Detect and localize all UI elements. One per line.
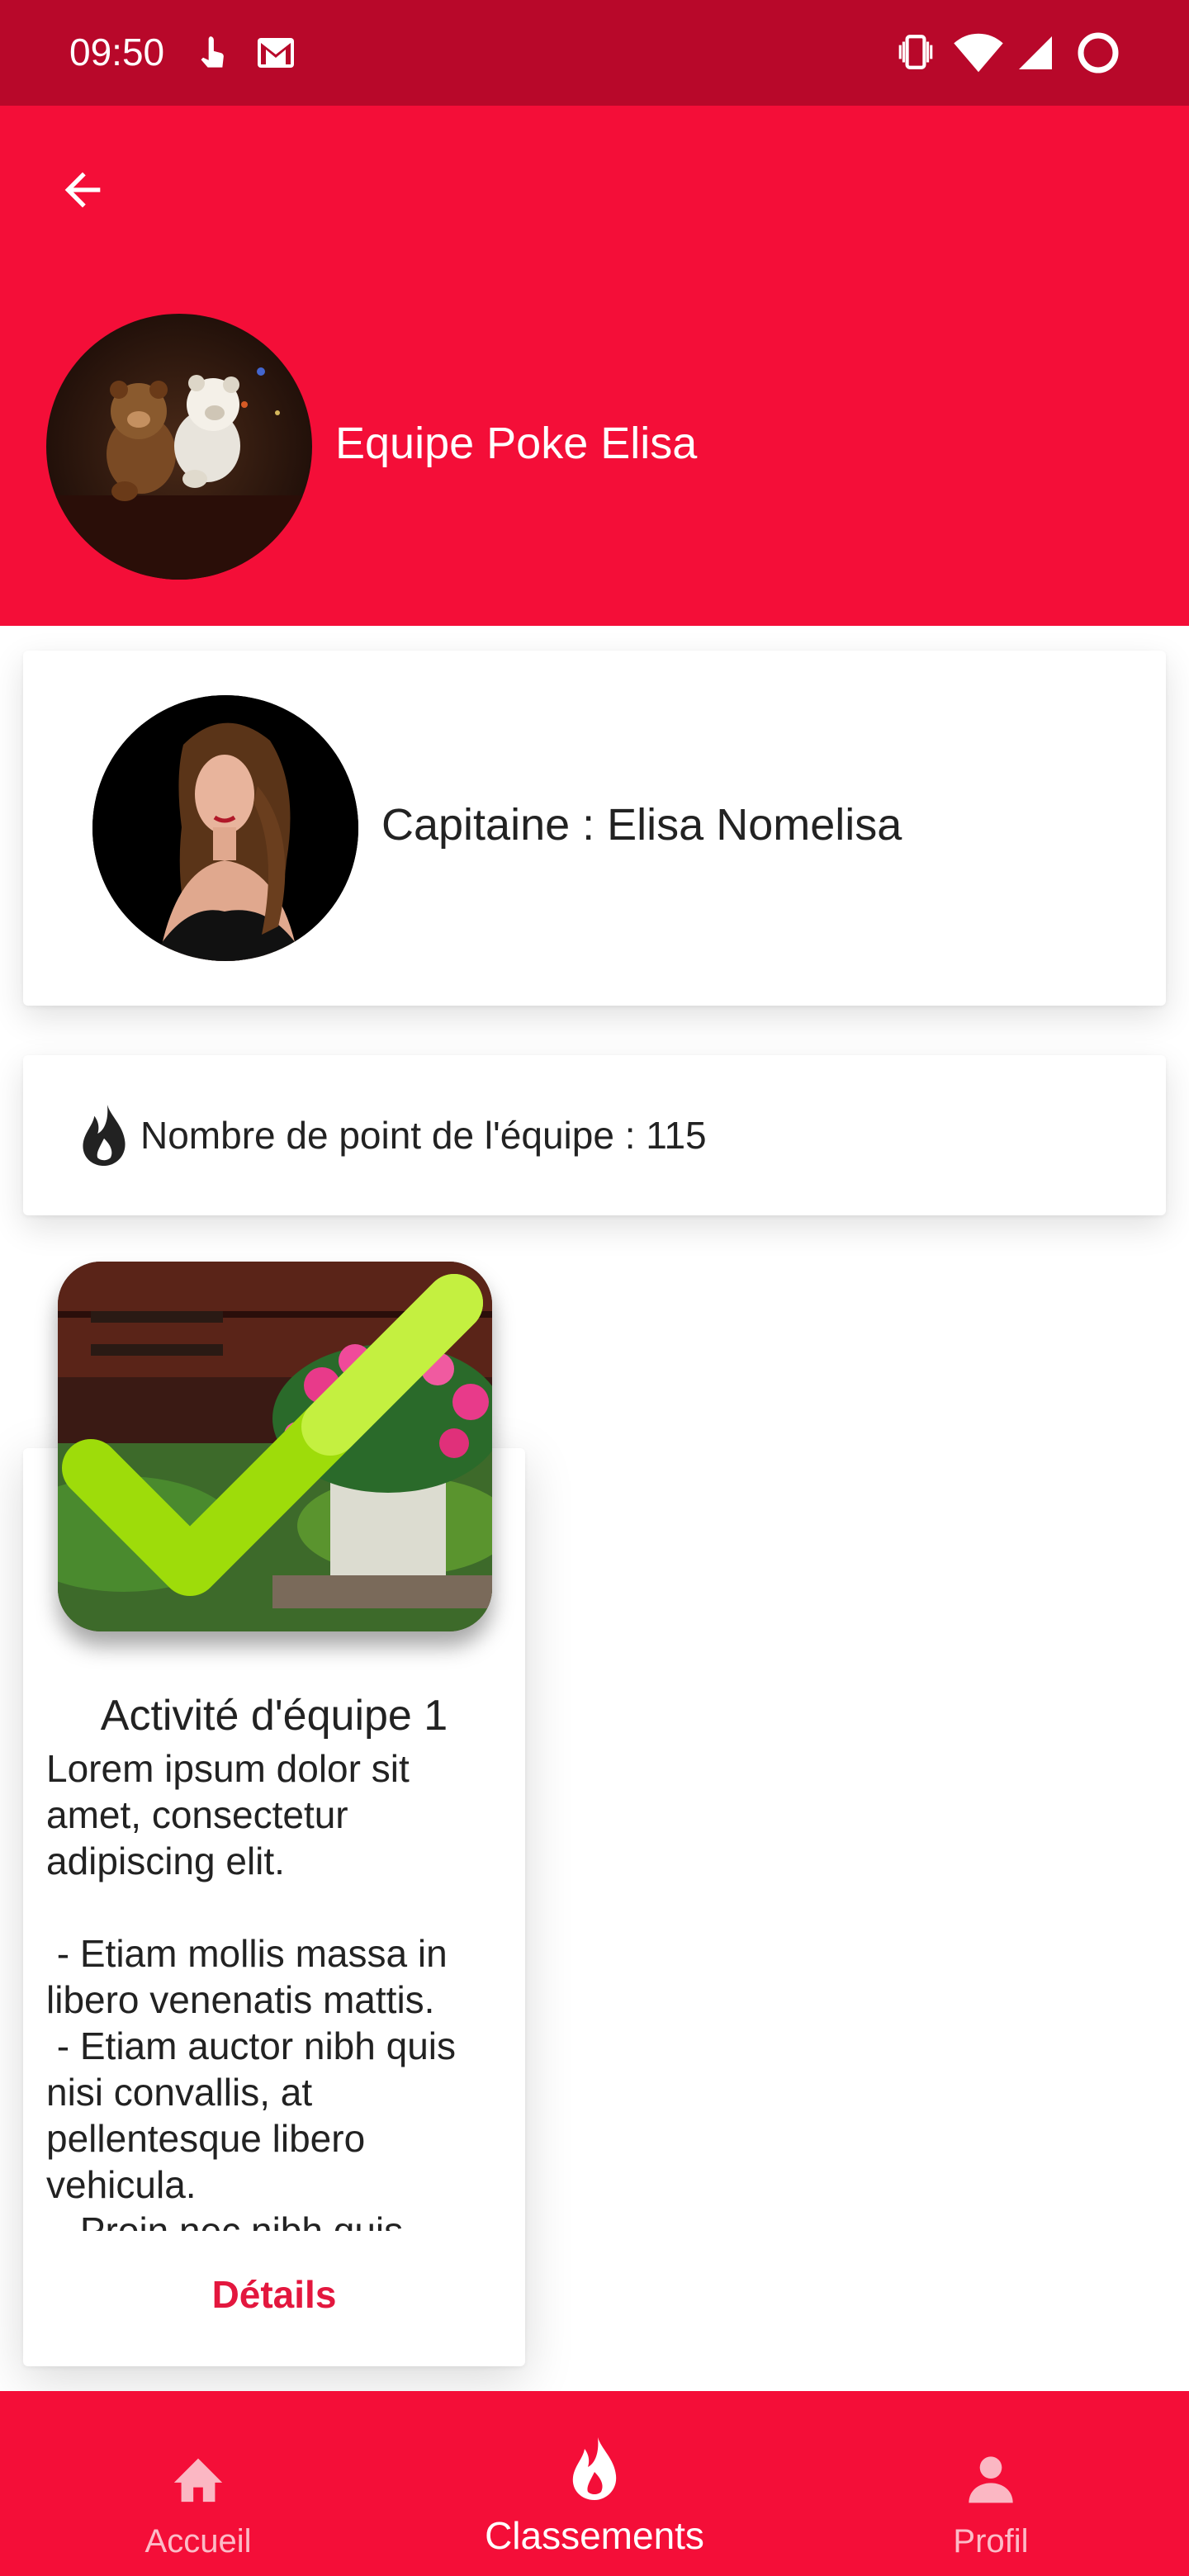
signal-icon: [1019, 36, 1052, 69]
activity-description-container: Lorem ipsum dolor sit amet, consectetur …: [46, 1745, 492, 2231]
details-button[interactable]: Détails: [23, 2272, 525, 2317]
nav-label-profil: Profil: [953, 2523, 1029, 2559]
touch-icon: [201, 36, 224, 68]
person-icon: [969, 2456, 1013, 2503]
team-avatar: [46, 314, 312, 580]
team-name: Equipe Poke Elisa: [335, 419, 698, 468]
nav-label-classements: Classements: [485, 2514, 704, 2557]
team-header: Equipe Poke Elisa: [0, 106, 1189, 626]
status-bar: 09:50: [0, 0, 1189, 106]
wifi-icon: [954, 33, 1003, 73]
back-button[interactable]: [50, 157, 116, 223]
home-icon: [173, 2458, 223, 2503]
activity-description: Lorem ipsum dolor sit amet, consectetur …: [46, 1747, 457, 2231]
captain-card: Capitaine : Elisa Nomelisa: [23, 651, 1166, 1006]
arrow-back-icon: [64, 172, 101, 208]
nav-label-accueil: Accueil: [144, 2523, 252, 2559]
nav-item-accueil[interactable]: Accueil: [0, 2391, 396, 2576]
nav-item-classements[interactable]: Classements: [396, 2391, 793, 2576]
team-points-card: Nombre de point de l'équipe : 115: [23, 1055, 1166, 1215]
captain-avatar: [92, 695, 358, 961]
flame-icon: [83, 1104, 126, 1167]
nav-item-profil[interactable]: Profil: [793, 2391, 1189, 2576]
captain-label: Capitaine : Elisa Nomelisa: [381, 800, 902, 850]
status-time: 09:50: [69, 31, 165, 73]
activity-image: [58, 1262, 492, 1631]
flame-icon: [572, 2437, 617, 2500]
vibrate-icon: [898, 35, 933, 69]
battery-icon: [1078, 32, 1119, 73]
bottom-navigation: Accueil Classements Profil: [0, 2391, 1189, 2576]
gmail-icon: [258, 38, 294, 68]
activity-title: Activité d'équipe 1: [100, 1692, 448, 1740]
team-points-label: Nombre de point de l'équipe : 115: [140, 1114, 707, 1157]
